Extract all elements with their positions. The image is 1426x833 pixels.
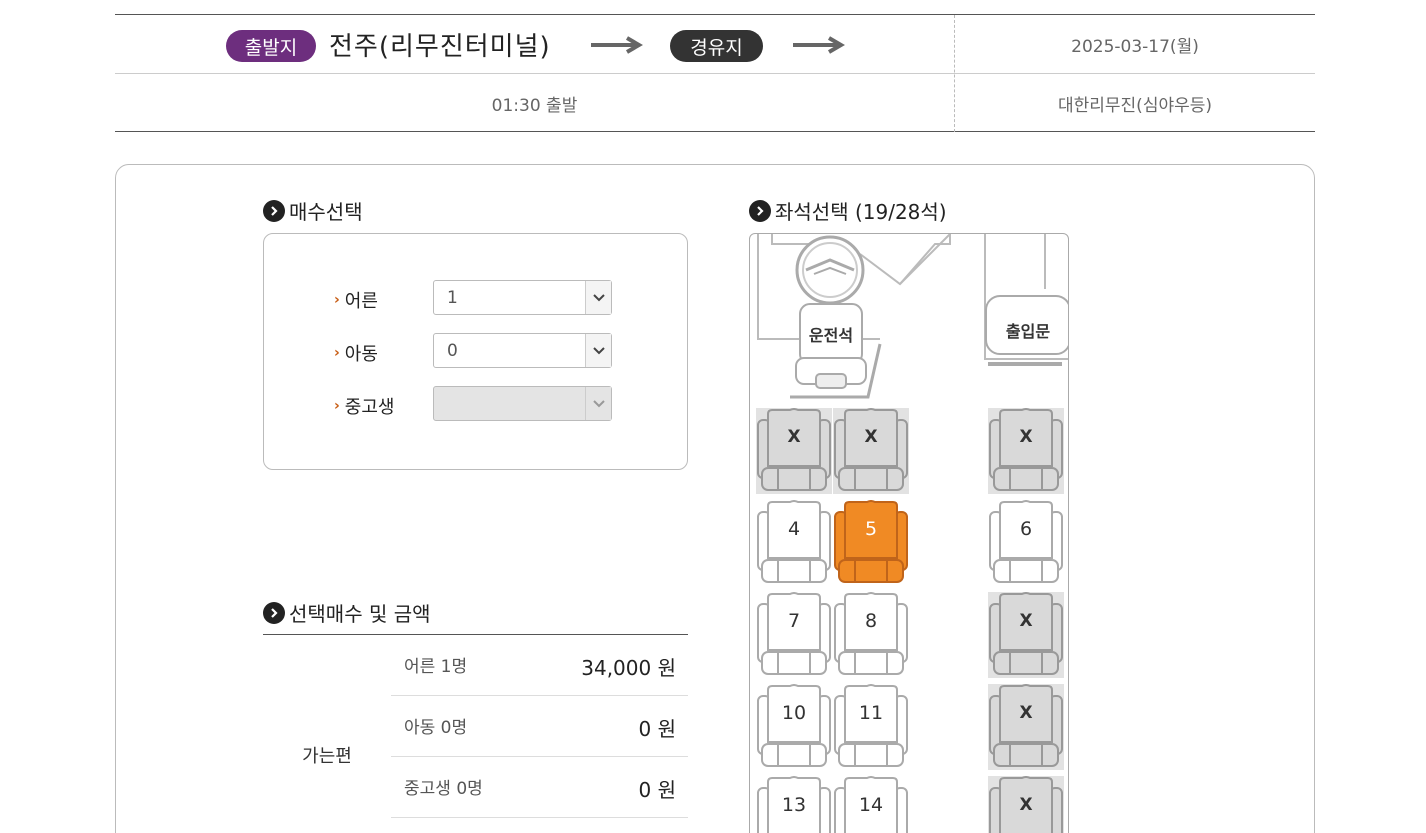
seat-available[interactable]: 8 [833,592,909,678]
seat-number: 6 [1019,518,1033,540]
seat-available[interactable]: 13 [756,776,832,833]
child-label-text: 아동 [344,344,378,365]
seat-number: 13 [781,794,807,816]
seat-number: 11 [858,702,884,724]
seat-icon [757,500,831,583]
seat-taken: X [988,684,1064,770]
price-group-label: 가는편 [302,746,352,767]
bus-company: 대한리무진(심야우등) [1057,95,1213,116]
quantity-section-title: 매수선택 [263,196,363,225]
chevron-down-icon [585,387,611,420]
price-row: 어른 1명 34,000 원 [391,635,688,696]
price-row-value: 0 원 [638,778,676,802]
route-info-table: 출발지 전주(리무진터미널) 경유지 2025-03-17(월) 01:30 출… [115,14,1315,132]
chevron-right-circle-icon [263,601,285,624]
arrow-right-icon [591,36,643,54]
bus-seat-map: 운전석 출입문 X X X 4 5 6 7 8 X 10 11 X 13 14 … [749,233,1069,833]
seat-available[interactable]: 14 [833,776,909,833]
price-row: 중고생 0명 0 원 [391,757,688,818]
origin-badge: 출발지 [226,30,316,62]
departure-time: 01:30 출발 [491,95,578,116]
via-badge: 경유지 [670,30,763,62]
seat-icon [834,592,908,675]
seat-taken: X [988,592,1064,678]
seat-available[interactable]: 6 [988,500,1064,586]
driver-seat-label: 운전석 [808,326,854,345]
student-quantity-select [433,386,612,421]
seat-number: X [787,427,801,447]
seat-taken: X [833,408,909,494]
adult-label: › 어른 [334,287,378,313]
adult-quantity-select[interactable]: 1 [433,280,612,315]
child-quantity-select[interactable]: 0 [433,333,612,368]
arrow-right-icon [793,36,845,54]
price-table: 가는편 어른 1명 34,000 원 아동 0명 0 원 중고생 0명 0 원 [263,634,688,833]
price-title-text: 선택매수 및 금액 [289,602,431,626]
seat-number: X [1019,703,1033,723]
seat-icon [988,408,1064,494]
seat-available[interactable]: 4 [756,500,832,586]
seat-icon [757,592,831,675]
seat-number: 8 [864,610,878,632]
seat-number: 5 [864,518,878,540]
seat-number: 4 [787,518,801,540]
seat-number: 10 [781,702,807,724]
child-quantity-value: 0 [447,341,458,361]
seat-available[interactable]: 11 [833,684,909,770]
route-row-main: 출발지 전주(리무진터미널) 경유지 2025-03-17(월) [115,15,1315,74]
price-section-title: 선택매수 및 금액 [263,598,431,627]
chevron-right-icon: › [334,345,340,361]
chevron-right-icon: › [334,398,340,414]
chevron-right-circle-icon [749,199,771,222]
price-row-value: 34,000 원 [581,656,676,680]
child-label: › 아동 [334,340,378,366]
seat-taken: X [756,408,832,494]
chevron-right-circle-icon [263,199,285,222]
origin-terminal-name: 전주(리무진터미널) [329,32,551,62]
price-row: 아동 0명 0 원 [391,696,688,757]
seat-title-text: 좌석선택 (19/28석) [775,200,947,224]
price-row-label: 아동 0명 [404,718,468,738]
seat-number: 7 [787,610,801,632]
seat-number: X [864,427,878,447]
seat-icon [988,684,1064,770]
seat-available[interactable]: 7 [756,592,832,678]
route-row-detail: 01:30 출발 대한리무진(심야우등) [115,74,1315,132]
student-label-text: 중고생 [344,397,395,418]
chevron-right-icon: › [334,292,340,308]
seat-number: X [1019,795,1033,815]
seat-icon [757,684,831,767]
price-row-value: 0 원 [638,717,676,741]
quantity-title-text: 매수선택 [289,200,363,224]
seat-taken: X [988,408,1064,494]
price-row-label: 어른 1명 [404,657,468,677]
seat-taken: X [988,776,1064,833]
route-divider [954,15,955,132]
chevron-down-icon [585,334,611,367]
chevron-down-icon [585,281,611,314]
seat-icon [756,408,832,494]
seat-available[interactable]: 10 [756,684,832,770]
seat-number: X [1019,427,1033,447]
adult-label-text: 어른 [344,291,378,312]
seat-icon [989,500,1063,583]
seat-number: X [1019,611,1033,631]
student-label: › 중고생 [334,393,394,419]
price-row-label: 중고생 0명 [404,779,483,799]
seat-icon [834,684,908,767]
seat-icon [833,408,909,494]
adult-quantity-value: 1 [447,288,458,308]
door-label: 출입문 [1005,322,1051,341]
seat-number: 14 [858,794,884,816]
departure-date: 2025-03-17(월) [1071,37,1199,57]
seat-section-title: 좌석선택 (19/28석) [749,196,947,225]
seat-icon [988,592,1064,678]
seat-icon [834,500,908,583]
seat-selected[interactable]: 5 [833,500,909,586]
